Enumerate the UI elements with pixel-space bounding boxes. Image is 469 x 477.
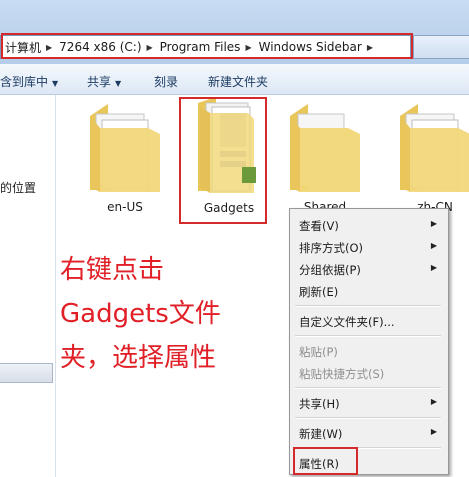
address-dropdown-button[interactable] [413,35,469,59]
context-menu: 查看(V) ▶ 排序方式(O) ▶ 分组依据(P) ▶ 刷新(E) 自定义文件夹… [289,208,449,475]
caret-down-icon: ▼ [115,79,122,88]
folder-zh-cn[interactable]: zh-CN [390,104,469,214]
new-folder-button[interactable]: 新建文件夹 [208,73,268,90]
menu-item-share-with[interactable]: 共享(H) ▶ [290,392,446,414]
submenu-arrow-icon: ▶ [430,241,437,250]
menu-item-label: 刷新(E) [299,285,339,299]
file-label: Gadgets [203,201,255,215]
burn-button[interactable]: 刻录 [154,73,178,90]
chevron-right-icon[interactable]: ▶ [43,43,55,52]
folder-icon [290,104,360,192]
include-in-library-button[interactable]: 含到库中 ▼ [0,73,58,90]
menu-item-new[interactable]: 新建(W) ▶ [290,422,446,444]
instruction-annotation: 右键点击 Gadgets文件 夹，选择属性 [60,248,260,380]
menu-item-label: 排序方式(O) [299,241,364,255]
menu-item-customize-folder[interactable]: 自定义文件夹(F)... [290,310,446,332]
menu-item-sort-by[interactable]: 排序方式(O) ▶ [290,236,446,258]
folder-shared[interactable]: Shared [280,104,370,214]
submenu-arrow-icon: ▶ [430,219,437,228]
menu-item-label: 查看(V) [299,219,339,233]
chevron-right-icon[interactable]: ▶ [242,43,254,52]
menu-item-properties[interactable]: 属性(R) [290,452,446,474]
menu-separator [295,447,441,449]
folder-en-us[interactable]: en-US [80,104,170,214]
breadcrumb-windows-sidebar[interactable]: Windows Sidebar [255,40,364,54]
menu-item-label: 属性(R) [299,457,339,471]
command-bar: 含到库中 ▼ 共享 ▼ 刻录 新建文件夹 [0,64,469,95]
menu-separator [295,417,441,419]
menu-item-label: 粘贴(P) [299,345,338,359]
menu-item-label: 自定义文件夹(F)... [299,315,395,329]
folder-icon [90,104,160,192]
menu-item-paste-shortcut: 粘贴快捷方式(S) [290,362,446,384]
breadcrumb-program-files[interactable]: Program Files [156,40,243,54]
nav-pane-scrollbar[interactable] [0,363,53,383]
submenu-arrow-icon: ▶ [430,397,437,406]
chevron-right-icon[interactable]: ▶ [144,43,156,52]
menu-item-label: 粘贴快捷方式(S) [299,367,385,381]
share-label: 共享 [87,75,112,89]
submenu-arrow-icon: ▶ [430,263,437,272]
menu-item-label: 共享(H) [299,397,340,411]
menu-item-refresh[interactable]: 刷新(E) [290,280,446,302]
menu-separator [295,335,441,337]
chevron-right-icon[interactable]: ▶ [364,43,376,52]
explorer-window: 计算机 ▶ 7264 x86 (C:) ▶ Program Files ▶ Wi… [0,0,469,477]
menu-separator [295,387,441,389]
share-button[interactable]: 共享 ▼ [87,73,121,90]
menu-separator [295,305,441,307]
file-label: en-US [107,200,143,214]
menu-item-label: 新建(W) [299,427,343,441]
navigation-pane: 的位置 [0,95,56,477]
address-bar[interactable]: 计算机 ▶ 7264 x86 (C:) ▶ Program Files ▶ Wi… [0,35,411,59]
folder-icon [198,97,256,193]
annotation-line: 右键点击 [60,255,165,285]
breadcrumb-drive-c[interactable]: 7264 x86 (C:) [55,40,143,54]
include-in-library-label: 含到库中 [0,75,49,89]
folder-gadgets[interactable]: Gadgets [184,97,274,215]
annotation-line: 夹，选择属性 [60,343,217,373]
menu-item-paste: 粘贴(P) [290,340,446,362]
menu-item-group-by[interactable]: 分组依据(P) ▶ [290,258,446,280]
folder-icon [400,104,469,192]
menu-item-view[interactable]: 查看(V) ▶ [290,214,446,236]
submenu-arrow-icon: ▶ [430,427,437,436]
annotation-line: Gadgets文件 [60,299,221,329]
nav-item-locations[interactable]: 的位置 [0,179,36,196]
breadcrumb-computer[interactable]: 计算机 [1,39,43,56]
caret-down-icon: ▼ [52,79,59,88]
menu-item-label: 分组依据(P) [299,263,361,277]
